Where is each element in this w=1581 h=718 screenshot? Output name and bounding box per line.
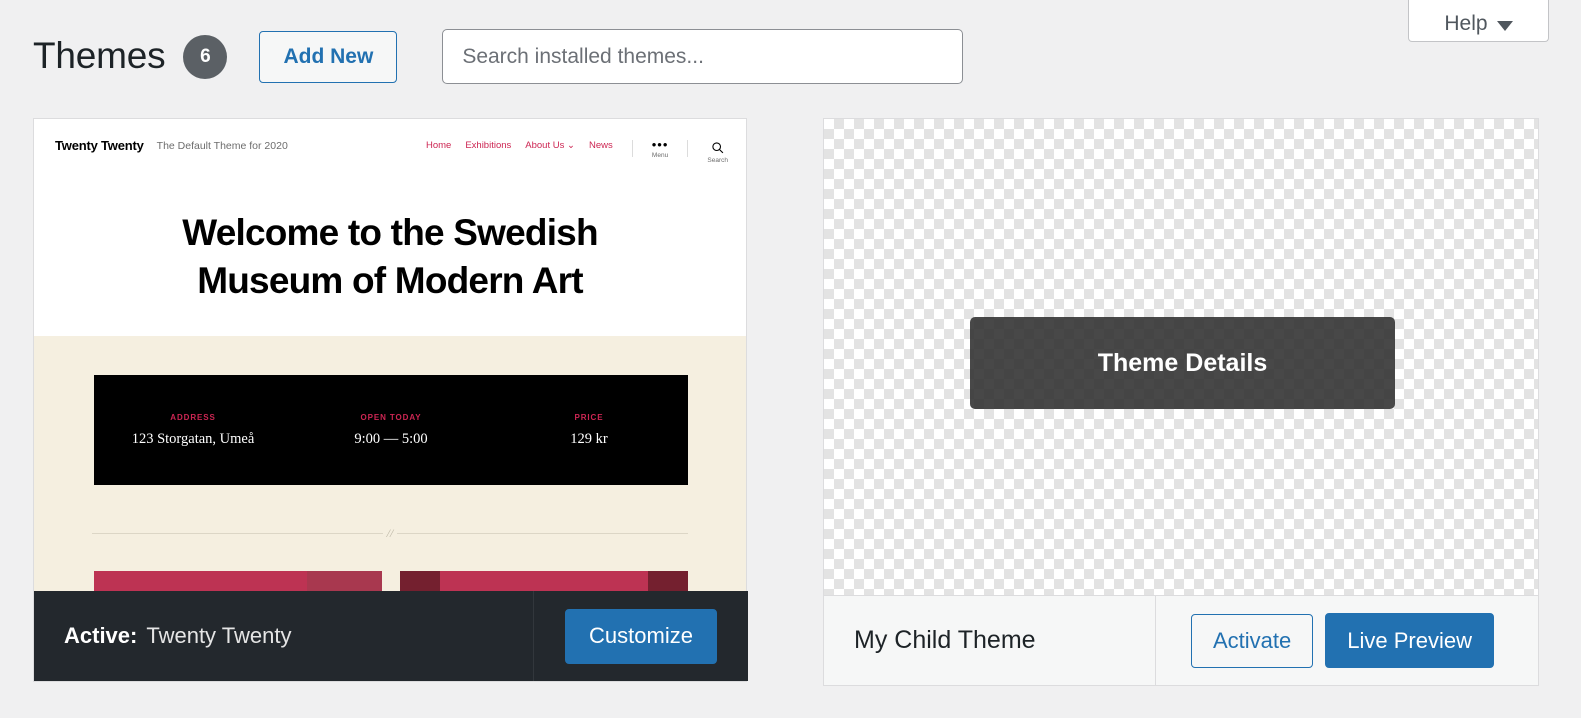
preview-search-label: Search <box>707 157 728 164</box>
divider-line-left <box>92 533 383 534</box>
theme-details-label: Theme Details <box>1098 349 1268 378</box>
active-theme-name: Twenty Twenty <box>146 623 291 649</box>
preview-nav-home: Home <box>426 140 451 151</box>
active-status-label: Active: <box>64 623 137 649</box>
ellipsis-icon: ••• <box>652 141 669 149</box>
preview-info-hours-value: 9:00 — 5:00 <box>292 431 490 448</box>
preview-hero-heading: Welcome to the Swedish Museum of Modern … <box>34 209 746 305</box>
search-input[interactable] <box>442 29 963 84</box>
child-theme-actions: Activate Live Preview <box>1156 596 1538 685</box>
preview-info-address-label: ADDRESS <box>94 413 292 422</box>
activate-button[interactable]: Activate <box>1191 614 1313 668</box>
page-header: Themes 6 Add New <box>0 0 1581 110</box>
divider-glyph: // <box>383 526 398 541</box>
preview-site-header: Twenty Twenty The Default Theme for 2020… <box>34 119 746 336</box>
preview-nav-about-us: About Us ⌄ <box>525 140 575 151</box>
divider-line-right <box>397 533 688 534</box>
preview-info-address-value: 123 Storgatan, Umeå <box>94 431 292 448</box>
active-theme-name-area: Active: Twenty Twenty <box>34 591 534 681</box>
theme-count-badge: 6 <box>183 35 227 79</box>
add-new-button[interactable]: Add New <box>259 31 397 83</box>
theme-card-twenty-twenty[interactable]: Twenty Twenty The Default Theme for 2020… <box>33 118 747 682</box>
preview-info-hours: OPEN TODAY 9:00 — 5:00 <box>292 413 490 448</box>
page-title: Themes <box>33 37 165 74</box>
preview-info-price: PRICE 129 kr <box>490 413 688 448</box>
preview-menu-toggle: ••• Menu <box>652 141 669 159</box>
preview-nav-divider-2 <box>687 140 688 157</box>
preview-info-price-value: 129 kr <box>490 431 688 448</box>
child-theme-name-area: My Child Theme <box>824 596 1156 685</box>
preview-site-logo: Twenty Twenty <box>55 138 144 153</box>
preview-nav-links: Home Exhibitions About Us ⌄ News ••• Men… <box>426 140 728 164</box>
preview-hero-line-2: Museum of Modern Art <box>34 257 746 305</box>
preview-search-toggle: Search <box>707 141 728 164</box>
child-theme-footer: My Child Theme Activate Live Preview <box>824 595 1538 685</box>
preview-info-address: ADDRESS 123 Storgatan, Umeå <box>94 413 292 448</box>
preview-site-tagline: The Default Theme for 2020 <box>157 140 288 152</box>
active-theme-footer: Active: Twenty Twenty Customize <box>34 591 748 681</box>
theme-card-my-child-theme[interactable]: Theme Details My Child Theme Activate Li… <box>823 118 1539 686</box>
child-theme-name: My Child Theme <box>854 626 1036 655</box>
preview-info-bar: ADDRESS 123 Storgatan, Umeå OPEN TODAY 9… <box>94 375 688 485</box>
preview-section-divider: // <box>92 527 688 539</box>
theme-screenshot-placeholder: Theme Details <box>824 119 1538 595</box>
preview-info-price-label: PRICE <box>490 413 688 422</box>
customize-button[interactable]: Customize <box>565 609 717 664</box>
search-icon <box>711 141 724 154</box>
theme-details-button[interactable]: Theme Details <box>970 317 1395 409</box>
active-theme-actions: Customize <box>534 591 748 681</box>
preview-nav-divider <box>632 140 633 157</box>
preview-menu-label: Menu <box>652 152 668 159</box>
preview-nav-exhibitions: Exhibitions <box>465 140 511 151</box>
preview-hero-line-1: Welcome to the Swedish <box>34 209 746 257</box>
live-preview-button[interactable]: Live Preview <box>1325 613 1494 668</box>
preview-info-hours-label: OPEN TODAY <box>292 413 490 422</box>
preview-navbar: Twenty Twenty The Default Theme for 2020… <box>55 136 728 176</box>
preview-nav-news: News <box>589 140 613 151</box>
